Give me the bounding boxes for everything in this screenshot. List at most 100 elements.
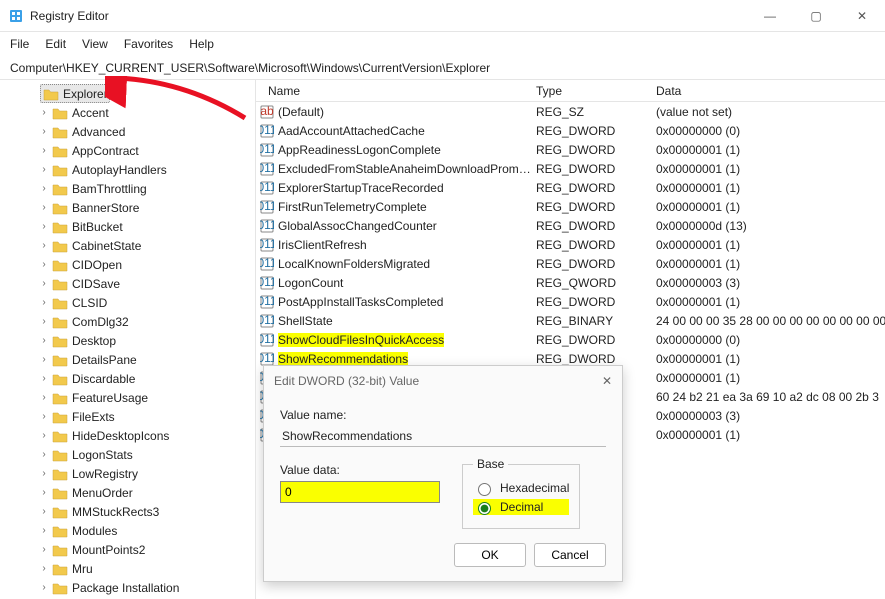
- expand-icon[interactable]: [38, 297, 50, 308]
- expand-icon[interactable]: [38, 164, 50, 175]
- expand-icon[interactable]: [38, 525, 50, 536]
- expand-icon[interactable]: [38, 411, 50, 422]
- ok-button[interactable]: OK: [454, 543, 526, 567]
- dialog-titlebar[interactable]: Edit DWORD (32-bit) Value ✕: [264, 366, 622, 396]
- expand-icon[interactable]: [38, 468, 50, 479]
- folder-icon: [43, 87, 59, 101]
- tree-item[interactable]: MountPoints2: [0, 540, 255, 559]
- value-row[interactable]: 011ShowCloudFilesInQuickAccessREG_DWORD0…: [256, 330, 885, 349]
- titlebar: Registry Editor ― ▢ ✕: [0, 0, 885, 32]
- menu-favorites[interactable]: Favorites: [124, 37, 173, 51]
- expand-icon[interactable]: [38, 449, 50, 460]
- tree-item[interactable]: DetailsPane: [0, 350, 255, 369]
- tree-item[interactable]: Accent: [0, 103, 255, 122]
- list-pane[interactable]: Name Type Data ab(Default)REG_SZ(value n…: [256, 80, 885, 599]
- tree-item[interactable]: FeatureUsage: [0, 388, 255, 407]
- tree-item-label: AppContract: [72, 144, 139, 158]
- tree-item[interactable]: MMStuckRects3: [0, 502, 255, 521]
- expand-icon[interactable]: [38, 392, 50, 403]
- value-row[interactable]: 011GlobalAssocChangedCounterREG_DWORD0x0…: [256, 216, 885, 235]
- menu-file[interactable]: File: [10, 37, 29, 51]
- tree-pane[interactable]: Explorer AccentAdvanced AppContract Autopl…: [0, 80, 256, 599]
- expand-icon[interactable]: [38, 316, 50, 327]
- tree-item[interactable]: MenuOrder: [0, 483, 255, 502]
- value-row[interactable]: 011ExplorerStartupTraceRecordedREG_DWORD…: [256, 178, 885, 197]
- expand-icon[interactable]: [38, 354, 50, 365]
- expand-icon[interactable]: [38, 278, 50, 289]
- value-data: 0x0000000d (13): [656, 219, 885, 233]
- column-name[interactable]: Name: [256, 84, 536, 98]
- tree-item-label: BitBucket: [72, 220, 123, 234]
- value-row[interactable]: ab(Default)REG_SZ(value not set): [256, 102, 885, 121]
- value-type: REG_SZ: [536, 105, 656, 119]
- tree-item[interactable]: LogonStats: [0, 445, 255, 464]
- folder-icon: [52, 391, 68, 405]
- menu-edit[interactable]: Edit: [45, 37, 66, 51]
- expand-icon[interactable]: [38, 487, 50, 498]
- minimize-button[interactable]: ―: [747, 0, 793, 32]
- maximize-button[interactable]: ▢: [793, 0, 839, 32]
- value-name: AppReadinessLogonComplete: [278, 143, 536, 157]
- value-row[interactable]: 011ExcludedFromStableAnaheimDownloadProm…: [256, 159, 885, 178]
- tree-item[interactable]: BitBucket: [0, 217, 255, 236]
- tree-item[interactable]: Advanced: [0, 122, 255, 141]
- tree-item[interactable]: CLSID: [0, 293, 255, 312]
- tree-item[interactable]: ComDlg32: [0, 312, 255, 331]
- value-row[interactable]: 011PostAppInstallTasksCompletedREG_DWORD…: [256, 292, 885, 311]
- tree-item[interactable]: CabinetState: [0, 236, 255, 255]
- column-type[interactable]: Type: [536, 84, 656, 98]
- regedit-app-icon: [8, 8, 24, 24]
- tree-item[interactable]: Mru: [0, 559, 255, 578]
- radio-hex-label[interactable]: Hexadecimal: [473, 480, 569, 496]
- expand-icon[interactable]: [38, 335, 50, 346]
- value-row[interactable]: 011IrisClientRefreshREG_DWORD0x00000001 …: [256, 235, 885, 254]
- radio-dec[interactable]: [478, 502, 491, 515]
- tree-item[interactable]: LowRegistry: [0, 464, 255, 483]
- tree-item[interactable]: Modules: [0, 521, 255, 540]
- tree-item[interactable]: BamThrottling: [0, 179, 255, 198]
- column-headers[interactable]: Name Type Data: [256, 80, 885, 102]
- tree-item[interactable]: AutoplayHandlers: [0, 160, 255, 179]
- expand-icon[interactable]: [38, 145, 50, 156]
- expand-icon[interactable]: [38, 107, 50, 118]
- column-data[interactable]: Data: [656, 84, 885, 98]
- expand-icon[interactable]: [38, 506, 50, 517]
- tree-item[interactable]: AppContract: [0, 141, 255, 160]
- value-data-input[interactable]: [280, 481, 440, 503]
- expand-icon[interactable]: [38, 582, 50, 593]
- tree-item[interactable]: CIDOpen: [0, 255, 255, 274]
- tree-item[interactable]: Discardable: [0, 369, 255, 388]
- expand-icon[interactable]: [38, 563, 50, 574]
- dialog-close-icon[interactable]: ✕: [602, 374, 612, 388]
- tree-item[interactable]: Desktop: [0, 331, 255, 350]
- address-bar[interactable]: Computer\HKEY_CURRENT_USER\Software\Micr…: [0, 56, 885, 80]
- tree-item[interactable]: Package Installation: [0, 578, 255, 597]
- tree-item[interactable]: BannerStore: [0, 198, 255, 217]
- close-button[interactable]: ✕: [839, 0, 885, 32]
- expand-icon[interactable]: [38, 202, 50, 213]
- tree-item[interactable]: HideDesktopIcons: [0, 426, 255, 445]
- expand-icon[interactable]: [38, 240, 50, 251]
- tree-item[interactable]: FileExts: [0, 407, 255, 426]
- menu-help[interactable]: Help: [189, 37, 214, 51]
- expand-icon[interactable]: [38, 183, 50, 194]
- expand-icon[interactable]: [38, 373, 50, 384]
- value-row[interactable]: 011LogonCountREG_QWORD0x00000003 (3): [256, 273, 885, 292]
- expand-icon[interactable]: [38, 259, 50, 270]
- value-name: LogonCount: [278, 276, 536, 290]
- radio-dec-label[interactable]: Decimal: [473, 499, 569, 515]
- value-row[interactable]: 011LocalKnownFoldersMigratedREG_DWORD0x0…: [256, 254, 885, 273]
- expand-icon[interactable]: [38, 430, 50, 441]
- value-row[interactable]: 011ShellStateREG_BINARY24 00 00 00 35 28…: [256, 311, 885, 330]
- cancel-button[interactable]: Cancel: [534, 543, 606, 567]
- value-row[interactable]: 011AppReadinessLogonCompleteREG_DWORD0x0…: [256, 140, 885, 159]
- expand-icon[interactable]: [38, 126, 50, 137]
- tree-item[interactable]: CIDSave: [0, 274, 255, 293]
- expand-icon[interactable]: [38, 221, 50, 232]
- value-row[interactable]: 011AadAccountAttachedCacheREG_DWORD0x000…: [256, 121, 885, 140]
- value-row[interactable]: 011FirstRunTelemetryCompleteREG_DWORD0x0…: [256, 197, 885, 216]
- menu-view[interactable]: View: [82, 37, 108, 51]
- tree-root-explorer[interactable]: Explorer: [40, 84, 110, 103]
- radio-hex[interactable]: [478, 483, 491, 496]
- expand-icon[interactable]: [38, 544, 50, 555]
